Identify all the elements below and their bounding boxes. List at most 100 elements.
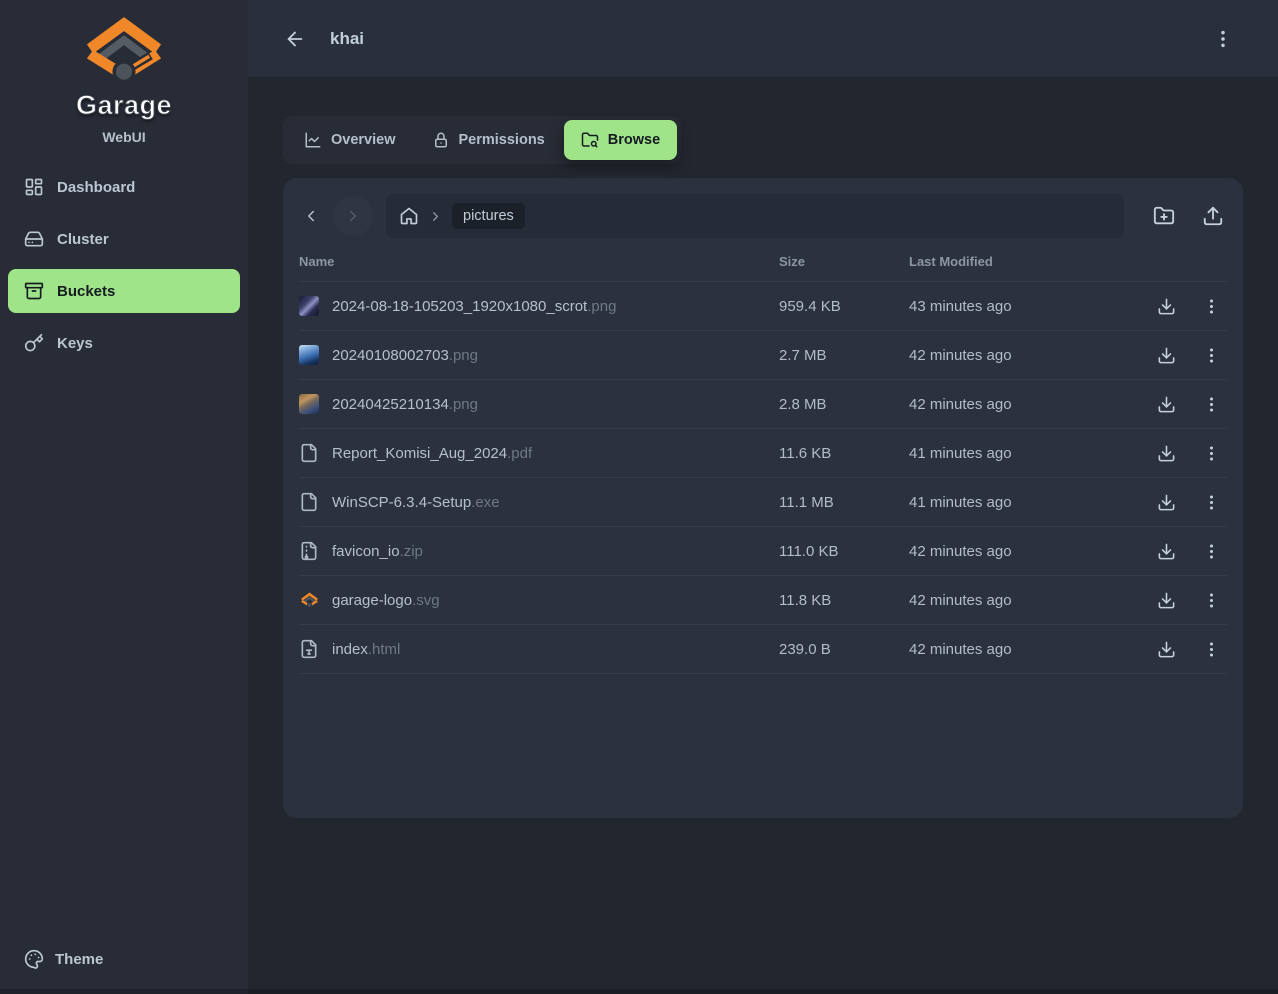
home-icon[interactable] (399, 206, 419, 226)
table-row[interactable]: favicon_io.zip 111.0 KB 42 minutes ago (299, 527, 1227, 576)
file-modified: 41 minutes ago (909, 494, 1139, 511)
lock-icon (432, 131, 450, 149)
file-name: favicon_io.zip (332, 543, 423, 560)
file-name: garage-logo.svg (332, 592, 440, 609)
kebab-menu-icon[interactable] (1202, 493, 1221, 512)
sidebar: Garage WebUI Dashboard Cluster Buckets K… (0, 0, 248, 994)
download-icon[interactable] (1157, 493, 1176, 512)
table-row[interactable]: garage-logo.svg 11.8 KB 42 minutes ago (299, 576, 1227, 625)
download-icon[interactable] (1157, 591, 1176, 610)
file-name: 20240425210134.png (332, 396, 478, 413)
table-row[interactable]: index.html 239.0 B 42 minutes ago (299, 625, 1227, 674)
file-type-icon (299, 639, 319, 659)
archive-box-icon (24, 281, 44, 301)
sidebar-item-dashboard[interactable]: Dashboard (8, 165, 240, 209)
garage-logo-thumbnail (299, 590, 319, 610)
app-logo-block: Garage WebUI (0, 0, 248, 145)
image-thumbnail (299, 296, 319, 316)
kebab-menu-icon[interactable] (1202, 346, 1221, 365)
theme-toggle[interactable]: Theme (24, 937, 224, 981)
file-modified: 42 minutes ago (909, 347, 1139, 364)
dashboard-icon (24, 177, 44, 197)
file-archive-icon (299, 541, 319, 561)
file-name: 20240108002703.png (332, 347, 478, 364)
back-button[interactable] (284, 28, 306, 50)
kebab-menu-icon[interactable] (1202, 297, 1221, 316)
column-header-name: Name (299, 254, 779, 269)
table-row[interactable]: 2024-08-18-105203_1920x1080_scrot.png 95… (299, 282, 1227, 331)
sidebar-item-label: Dashboard (57, 179, 135, 196)
main-area: khai Overview Permissions Browse (248, 0, 1278, 994)
page-title: khai (330, 29, 364, 49)
new-folder-button[interactable] (1153, 205, 1175, 227)
toolbar-actions (1153, 205, 1227, 227)
download-icon[interactable] (1157, 297, 1176, 316)
file-size: 2.7 MB (779, 347, 909, 364)
chevron-left-icon (302, 207, 320, 225)
image-thumbnail (299, 345, 319, 365)
kebab-menu-icon[interactable] (1202, 395, 1221, 414)
chevron-right-icon (428, 209, 443, 224)
hard-drive-icon (24, 229, 44, 249)
file-name: WinSCP-6.3.4-Setup.exe (332, 494, 500, 511)
file-size: 239.0 B (779, 641, 909, 658)
file-size: 11.1 MB (779, 494, 909, 511)
file-size: 11.8 KB (779, 592, 909, 609)
window-bottom-edge (0, 989, 1278, 994)
garage-logo-icon (82, 12, 166, 88)
chevron-right-icon (344, 207, 362, 225)
sidebar-item-cluster[interactable]: Cluster (8, 217, 240, 261)
nav-back-button[interactable] (299, 196, 323, 236)
tab-label: Permissions (459, 132, 545, 148)
sidebar-item-buckets[interactable]: Buckets (8, 269, 240, 313)
sidebar-item-label: Cluster (57, 231, 109, 248)
table-row[interactable]: Report_Komisi_Aug_2024.pdf 11.6 KB 41 mi… (299, 429, 1227, 478)
download-icon[interactable] (1157, 346, 1176, 365)
table-row[interactable]: WinSCP-6.3.4-Setup.exe 11.1 MB 41 minute… (299, 478, 1227, 527)
sidebar-item-label: Buckets (57, 283, 115, 300)
tab-browse[interactable]: Browse (564, 120, 677, 160)
bucket-tabs: Overview Permissions Browse (283, 116, 681, 164)
file-modified: 43 minutes ago (909, 298, 1139, 315)
file-modified: 42 minutes ago (909, 641, 1139, 658)
file-modified: 42 minutes ago (909, 396, 1139, 413)
upload-button[interactable] (1202, 205, 1224, 227)
browser-card: pictures Name Size Last Modified 2024-08… (283, 178, 1243, 818)
file-size: 2.8 MB (779, 396, 909, 413)
tab-overview[interactable]: Overview (287, 120, 413, 160)
app-title: Garage (76, 90, 172, 121)
nav-forward-button[interactable] (333, 196, 373, 236)
tab-permissions[interactable]: Permissions (415, 120, 562, 160)
sidebar-footer: Theme (0, 937, 248, 994)
kebab-menu-icon[interactable] (1202, 444, 1221, 463)
file-modified: 41 minutes ago (909, 445, 1139, 462)
sidebar-item-keys[interactable]: Keys (8, 321, 240, 365)
download-icon[interactable] (1157, 640, 1176, 659)
palette-icon (24, 949, 44, 969)
kebab-menu-icon[interactable] (1212, 28, 1234, 50)
chart-line-icon (304, 131, 322, 149)
download-icon[interactable] (1157, 444, 1176, 463)
table-header: Name Size Last Modified (299, 238, 1227, 282)
breadcrumb-segment[interactable]: pictures (452, 203, 525, 229)
sidebar-nav: Dashboard Cluster Buckets Keys (0, 165, 248, 365)
download-icon[interactable] (1157, 542, 1176, 561)
file-name: Report_Komisi_Aug_2024.pdf (332, 445, 532, 462)
browser-toolbar: pictures (299, 194, 1227, 238)
table-row[interactable]: 20240425210134.png 2.8 MB 42 minutes ago (299, 380, 1227, 429)
column-header-size: Size (779, 254, 909, 269)
image-thumbnail (299, 394, 319, 414)
file-size: 111.0 KB (779, 543, 909, 560)
column-header-modified: Last Modified (909, 254, 1139, 269)
theme-label: Theme (55, 951, 103, 968)
kebab-menu-icon[interactable] (1202, 640, 1221, 659)
kebab-menu-icon[interactable] (1202, 542, 1221, 561)
file-name: 2024-08-18-105203_1920x1080_scrot.png (332, 298, 616, 315)
tab-label: Overview (331, 132, 396, 148)
tab-label: Browse (608, 132, 660, 148)
file-modified: 42 minutes ago (909, 543, 1139, 560)
table-row[interactable]: 20240108002703.png 2.7 MB 42 minutes ago (299, 331, 1227, 380)
kebab-menu-icon[interactable] (1202, 591, 1221, 610)
breadcrumb: pictures (386, 194, 1124, 238)
download-icon[interactable] (1157, 395, 1176, 414)
